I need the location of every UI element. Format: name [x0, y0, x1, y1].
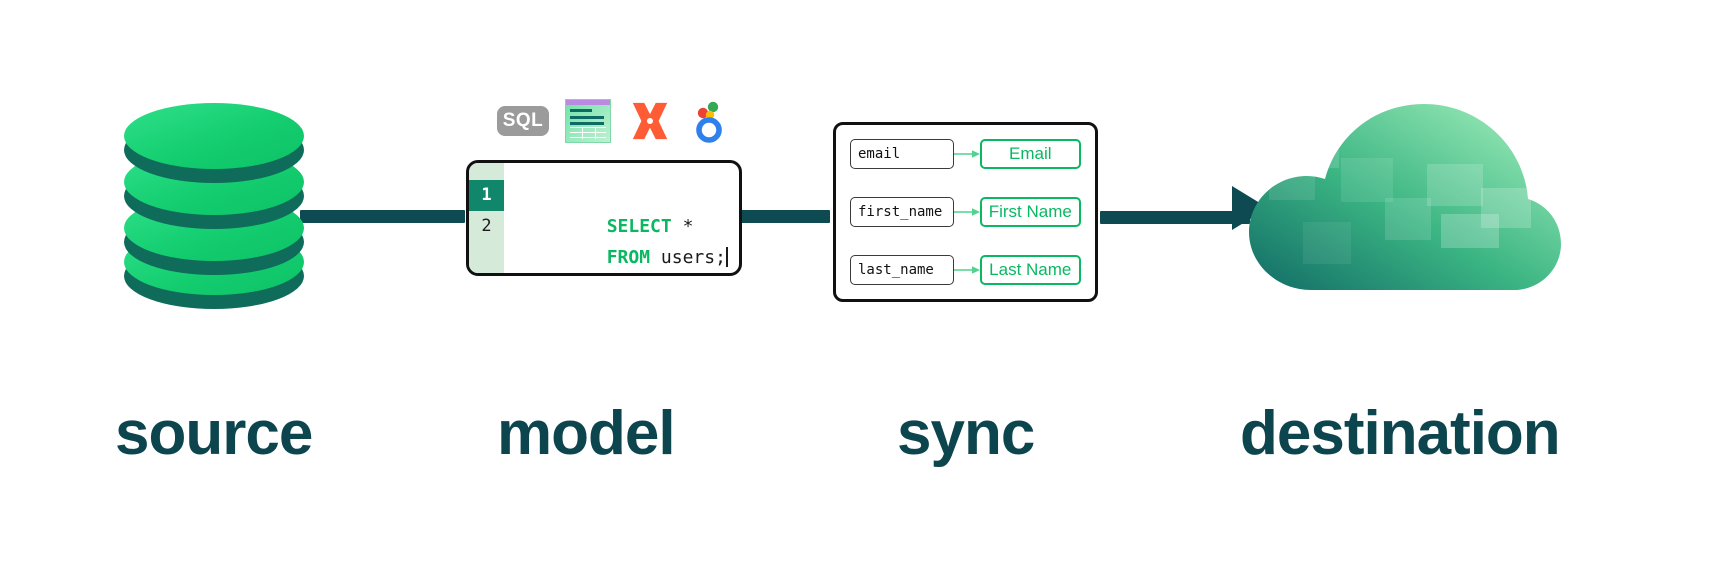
connector-sync-to-destination [1100, 211, 1250, 224]
field-mapping-row: first_name First Name [850, 197, 1081, 227]
mapping-arrow-icon [953, 208, 980, 216]
line-number: 1 [469, 180, 504, 211]
text-caret [725, 247, 728, 267]
field-mapping-row: last_name Last Name [850, 255, 1081, 285]
looker-icon [696, 101, 722, 143]
spreadsheet-icon [565, 99, 611, 143]
caption-model: model [497, 399, 676, 468]
database-cylinder-icon [124, 103, 304, 309]
sql-editor[interactable]: 1 2 SELECT * FROM users; [466, 160, 742, 276]
cloud-icon [1249, 104, 1561, 290]
source-field[interactable]: first_name [850, 197, 954, 227]
line-number: 2 [481, 216, 492, 236]
source-field[interactable]: last_name [850, 255, 954, 285]
sql-text: users; [650, 247, 726, 268]
db-disc [124, 103, 304, 169]
source-field[interactable]: email [850, 139, 954, 169]
caption-destination: destination [1240, 399, 1561, 468]
destination-field[interactable]: Last Name [979, 255, 1081, 285]
destination-field[interactable]: First Name [979, 197, 1081, 227]
dbt-x-icon [632, 102, 668, 140]
field-mapping-row: email Email [850, 139, 1081, 169]
editor-code-area[interactable]: SELECT * FROM users; [504, 163, 739, 273]
mapping-arrow-icon [953, 150, 980, 158]
sql-keyword: FROM [606, 247, 651, 268]
connector-source-to-model [300, 210, 465, 223]
caption-sync: sync [897, 399, 1035, 468]
model-tool-icons: SQL [497, 99, 729, 143]
code-line: SELECT * [520, 180, 739, 237]
sql-keyword: SELECT [606, 216, 672, 237]
editor-line-gutter: 1 2 [469, 163, 504, 273]
destination-field[interactable]: Email [979, 139, 1081, 169]
sql-text: * [671, 216, 694, 237]
mapping-arrow-icon [953, 266, 980, 274]
connector-model-to-sync [735, 210, 830, 223]
caption-source: source [115, 399, 313, 468]
diagram-canvas: SQL 1 2 SELECT * FROM users; email Email… [0, 0, 1726, 579]
sync-field-mapping-panel: email Email first_name First Name last_n… [833, 122, 1098, 302]
sql-badge-icon: SQL [497, 106, 549, 136]
